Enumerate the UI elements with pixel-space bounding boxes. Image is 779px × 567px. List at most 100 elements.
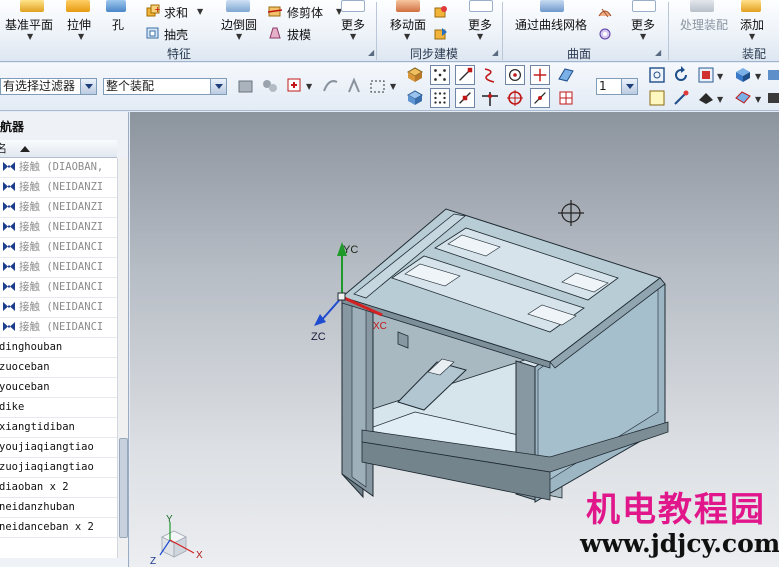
- tree-row-part[interactable]: youceban: [0, 378, 117, 398]
- tree-row-contact[interactable]: 接触 (NEIDANCI: [0, 318, 117, 338]
- orient-view-dropdown-icon[interactable]: ▼: [717, 72, 723, 81]
- navigator-scrollbar[interactable]: [117, 158, 128, 558]
- selection-filter-combo[interactable]: 有选择过滤器: [0, 78, 97, 95]
- draft-button[interactable]: 拔模: [287, 26, 311, 43]
- snap-point-icon[interactable]: [285, 76, 305, 96]
- view-cube-icon[interactable]: [405, 88, 425, 108]
- snap-center-icon[interactable]: [505, 65, 525, 85]
- snap-grid-table-icon[interactable]: [556, 88, 576, 108]
- snap-existing-point-icon[interactable]: [530, 65, 550, 85]
- trim-body-button[interactable]: 修剪体: [287, 4, 323, 21]
- rectangle-select-icon[interactable]: [368, 76, 388, 96]
- tree-row-part[interactable]: zuojiaqiangtiao: [0, 458, 117, 478]
- datum-plane-dropdown-icon[interactable]: ▼: [27, 32, 33, 41]
- snap-grid-icon[interactable]: [430, 65, 450, 85]
- more-sync-button[interactable]: 更多: [468, 16, 492, 33]
- move-face-button[interactable]: 移动面: [390, 16, 426, 33]
- selection-scope-combo[interactable]: 整个装配: [103, 78, 227, 95]
- pan-icon[interactable]: [671, 88, 691, 108]
- snap-midpoint-icon[interactable]: [455, 88, 475, 108]
- chevron-down-icon[interactable]: [80, 79, 96, 94]
- shaded-cube-icon[interactable]: [733, 65, 753, 85]
- surface-tool-1-icon[interactable]: [598, 5, 612, 19]
- tree-row-contact[interactable]: 接触 (NEIDANZI: [0, 198, 117, 218]
- view-shaded-icon[interactable]: [405, 65, 425, 85]
- section-icon[interactable]: [766, 88, 779, 108]
- more-surface-dropdown-icon[interactable]: ▼: [640, 32, 646, 41]
- select-feature-icon[interactable]: [345, 76, 365, 96]
- tree-row-part[interactable]: zuoceban: [0, 358, 117, 378]
- unite-button[interactable]: 求和: [164, 4, 188, 21]
- snap-on-curve-icon[interactable]: [530, 88, 550, 108]
- tree-row-contact[interactable]: 接触 (NEIDANCI: [0, 258, 117, 278]
- edge-display-dropdown-icon[interactable]: ▼: [755, 95, 761, 104]
- add-component-dropdown-icon[interactable]: ▼: [749, 32, 755, 41]
- more-feature-button[interactable]: 更多: [341, 16, 365, 33]
- tree-row-contact[interactable]: 接触 (NEIDANCI: [0, 278, 117, 298]
- count-combo[interactable]: 1: [596, 78, 638, 95]
- tree-row-contact[interactable]: 接触 (DIAOBAN,: [0, 158, 117, 178]
- shaded-cube-dropdown-icon[interactable]: ▼: [755, 72, 761, 81]
- extrude-dropdown-icon[interactable]: ▼: [78, 32, 84, 41]
- tree-row-part[interactable]: neidanzhuban: [0, 498, 117, 518]
- hole-button[interactable]: 孔: [112, 16, 124, 33]
- view-triad[interactable]: [159, 522, 195, 558]
- chevron-down-icon[interactable]: [621, 79, 637, 94]
- wcs-origin-handle[interactable]: [337, 292, 346, 301]
- snap-control-icon[interactable]: [480, 65, 500, 85]
- tree-row-contact[interactable]: 接触 (NEIDANZI: [0, 218, 117, 238]
- process-assembly-button[interactable]: 处理装配: [680, 16, 728, 33]
- select-curve-icon[interactable]: [321, 76, 341, 96]
- extrude-button[interactable]: 拉伸: [67, 16, 91, 33]
- fit-view-icon[interactable]: [647, 65, 667, 85]
- render-style-dropdown-icon[interactable]: ▼: [717, 95, 723, 104]
- shell-button[interactable]: 抽壳: [164, 26, 188, 43]
- navigator-tree[interactable]: 接触 (DIAOBAN, 接触 (NEIDANZI 接触 (NEIDANZI 接触 (…: [0, 158, 117, 558]
- unite-dropdown-icon[interactable]: ▼: [197, 7, 203, 16]
- general-select-icon[interactable]: [236, 76, 256, 96]
- tree-row-contact[interactable]: 接触 (NEIDANCI: [0, 238, 117, 258]
- tree-row-part[interactable]: diaoban x 2: [0, 478, 117, 498]
- sync-tool-1-icon[interactable]: [434, 5, 448, 19]
- datum-plane-button[interactable]: 基准平面: [5, 16, 53, 33]
- group-feature-launcher-icon[interactable]: ◢: [368, 48, 374, 57]
- through-curve-mesh-button[interactable]: 通过曲线网格: [515, 16, 587, 33]
- select-link-icon[interactable]: [260, 76, 280, 96]
- render-style-icon[interactable]: [696, 88, 716, 108]
- rectangle-select-dropdown-icon[interactable]: ▼: [390, 82, 396, 91]
- snap-endpoint-icon[interactable]: [455, 65, 475, 85]
- more-surface-button[interactable]: 更多: [631, 16, 655, 33]
- group-surface-launcher-icon[interactable]: ◢: [655, 48, 661, 57]
- snap-surface-icon[interactable]: [556, 65, 576, 85]
- rotate-icon[interactable]: [671, 65, 691, 85]
- layer-icon[interactable]: [766, 65, 779, 85]
- tree-row-part[interactable]: xiangtidiban: [0, 418, 117, 438]
- zoom-icon[interactable]: [647, 88, 667, 108]
- name-column-header[interactable]: 名: [0, 140, 117, 158]
- snap-dots-icon[interactable]: [430, 88, 450, 108]
- tree-row-part[interactable]: neidanceban x 2: [0, 518, 117, 538]
- chevron-down-icon[interactable]: [210, 79, 226, 94]
- more-surface-icon: [632, 0, 656, 12]
- tree-row-contact[interactable]: 接触 (NEIDANZI: [0, 178, 117, 198]
- more-sync-dropdown-icon[interactable]: ▼: [477, 32, 483, 41]
- snap-intersection-icon[interactable]: [480, 88, 500, 108]
- tree-row-contact[interactable]: 接触 (NEIDANCI: [0, 298, 117, 318]
- sort-ascending-icon[interactable]: [20, 146, 30, 152]
- tree-row-part[interactable]: youjiaqiangtiao: [0, 438, 117, 458]
- group-sync-launcher-icon[interactable]: ◢: [492, 48, 498, 57]
- snap-quadrant-icon[interactable]: [505, 88, 525, 108]
- tree-row-part[interactable]: dinghouban: [0, 338, 117, 358]
- navigator-scrollbar-thumb[interactable]: [119, 438, 128, 538]
- snap-dropdown-icon[interactable]: ▼: [306, 82, 312, 91]
- move-face-dropdown-icon[interactable]: ▼: [404, 32, 410, 41]
- edge-blend-dropdown-icon[interactable]: ▼: [236, 32, 242, 41]
- orient-view-icon[interactable]: [696, 65, 716, 85]
- edge-display-icon[interactable]: [733, 88, 753, 108]
- sync-tool-2-icon[interactable]: [434, 27, 448, 41]
- tree-row-part[interactable]: dike: [0, 398, 117, 418]
- add-component-button[interactable]: 添加: [740, 16, 764, 33]
- more-feature-dropdown-icon[interactable]: ▼: [350, 32, 356, 41]
- edge-blend-button[interactable]: 边倒圆: [221, 16, 257, 33]
- surface-tool-2-icon[interactable]: [598, 27, 612, 41]
